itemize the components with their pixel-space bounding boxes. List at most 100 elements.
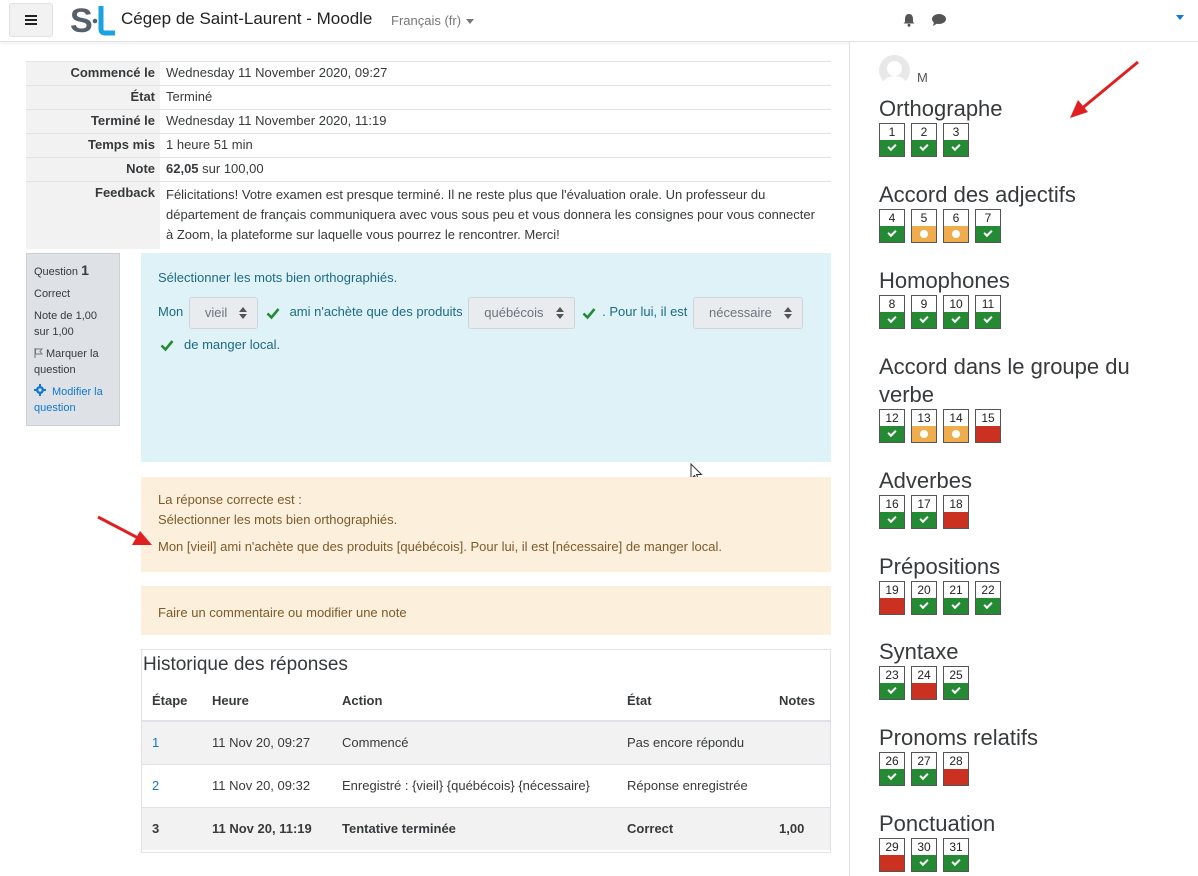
check-icon: [160, 340, 174, 352]
right-answer-feedback: La réponse correcte est : Sélectionner l…: [141, 477, 831, 572]
quiz-nav-button[interactable]: 14: [943, 409, 969, 443]
quiz-nav-button[interactable]: 1: [879, 123, 905, 157]
correct-icon: [880, 140, 904, 156]
quiz-nav-button[interactable]: 15: [975, 409, 1001, 443]
question-state: Correct: [34, 288, 71, 300]
quiz-nav-number: 20: [917, 583, 931, 597]
response-history: Historique des réponses Étape Heure Acti…: [141, 649, 831, 853]
history-step: 3: [142, 806, 202, 850]
nav-section-title: Pronoms relatifs: [879, 725, 1038, 750]
history-time: 11 Nov 20, 09:32: [202, 763, 332, 807]
navbar: S Cégep de Saint-Laurent - Moodle França…: [0, 0, 1198, 42]
correct-icon: [880, 769, 904, 785]
incorrect-icon: [944, 769, 968, 785]
summary-value: Terminé: [160, 85, 831, 110]
partial-icon: [944, 426, 968, 442]
nav-section-buttons: 12 13 14 15: [879, 409, 1007, 443]
quiz-nav-button[interactable]: 11: [975, 295, 1001, 329]
chat-icon[interactable]: [931, 13, 947, 27]
col-action: Action: [332, 681, 617, 722]
right-answer-heading: La réponse correcte est :: [158, 492, 302, 507]
quiz-nav-number: 9: [920, 297, 928, 311]
quiz-nav-button[interactable]: 27: [911, 752, 937, 786]
quiz-nav-button[interactable]: 16: [879, 495, 905, 529]
menu-toggle-button[interactable]: [9, 3, 53, 37]
correct-icon: [944, 140, 968, 156]
quiz-nav-button[interactable]: 26: [879, 752, 905, 786]
quiz-nav-button[interactable]: 18: [943, 495, 969, 529]
quiz-nav-button[interactable]: 30: [911, 838, 937, 872]
attempt-summary-table: Commencé le Wednesday 11 November 2020, 0…: [26, 61, 831, 249]
history-row: 3 11 Nov 20, 11:19 Tentative terminée Co…: [142, 806, 830, 850]
quiz-nav-button[interactable]: 22: [975, 581, 1001, 615]
history-title: Historique des réponses: [143, 654, 348, 675]
quiz-nav-button[interactable]: 31: [943, 838, 969, 872]
quiz-nav-button[interactable]: 21: [943, 581, 969, 615]
correct-icon: [912, 598, 936, 614]
quiz-nav-button[interactable]: 13: [911, 409, 937, 443]
quiz-nav-button[interactable]: 9: [911, 295, 937, 329]
quiz-nav-button[interactable]: 17: [911, 495, 937, 529]
correct-icon: [912, 312, 936, 328]
quiz-nav-button[interactable]: 4: [879, 209, 905, 243]
quiz-nav-button[interactable]: 20: [911, 581, 937, 615]
quiz-nav-number: 21: [949, 583, 963, 597]
correct-icon: [880, 426, 904, 442]
incorrect-icon: [912, 683, 936, 699]
history-mark: [769, 720, 830, 764]
correct-icon: [880, 312, 904, 328]
select-arrows-icon: [239, 306, 248, 319]
question-text-1: Mon: [158, 304, 184, 319]
edit-question-anchor[interactable]: Modifier la question: [34, 384, 103, 414]
quiz-nav-number: 27: [917, 754, 931, 768]
select-3-value: nécessaire: [709, 304, 772, 320]
nav-section-title: Accord des adjectifs: [879, 182, 1076, 207]
quiz-nav-button[interactable]: 19: [879, 581, 905, 615]
question-text-3: . Pour lui, il est: [602, 304, 688, 319]
question-prompt: Sélectionner les mots bien orthographiés…: [158, 270, 398, 285]
incorrect-icon: [976, 426, 1000, 442]
quiz-nav-button[interactable]: 12: [879, 409, 905, 443]
quiz-nav-button[interactable]: 2: [911, 123, 937, 157]
language-menu[interactable]: Français ‎(fr)‎: [391, 13, 475, 28]
quiz-nav-button[interactable]: 25: [943, 666, 969, 700]
quiz-nav-button[interactable]: 6: [943, 209, 969, 243]
col-mark: Notes: [769, 681, 830, 722]
quiz-nav-button[interactable]: 23: [879, 666, 905, 700]
quiz-nav-button[interactable]: 10: [943, 295, 969, 329]
correct-icon: [912, 769, 936, 785]
word-select-1[interactable]: vieil: [188, 296, 259, 329]
flag-question-link[interactable]: Marquer la question: [34, 346, 112, 378]
hamburger-icon: [25, 19, 37, 21]
grade-value: 62,05: [166, 161, 199, 176]
step-link[interactable]: 1: [152, 735, 159, 750]
quiz-nav-button[interactable]: 24: [911, 666, 937, 700]
quiz-nav-button[interactable]: 7: [975, 209, 1001, 243]
quiz-nav-button[interactable]: 8: [879, 295, 905, 329]
quiz-nav-number: 29: [885, 840, 899, 854]
select-2-value: québécois: [484, 304, 544, 320]
quiz-nav-number: 30: [917, 840, 931, 854]
summary-label: Note: [26, 157, 160, 182]
quiz-nav-number: 25: [949, 668, 963, 682]
nav-section-buttons: 16 17 18: [879, 495, 975, 529]
quiz-nav-button[interactable]: 5: [911, 209, 937, 243]
nav-section-title: Adverbes: [879, 468, 972, 493]
quiz-nav-number: 22: [981, 583, 995, 597]
word-select-3[interactable]: nécessaire: [693, 296, 803, 329]
step-link[interactable]: 2: [152, 778, 159, 793]
word-select-2[interactable]: québécois: [468, 296, 575, 329]
quiz-nav-button[interactable]: 28: [943, 752, 969, 786]
bell-icon[interactable]: [902, 13, 916, 27]
comment-link[interactable]: Faire un commentaire ou modifier une not…: [158, 605, 407, 620]
history-state: Pas encore répondu: [617, 720, 769, 764]
history-mark: [769, 763, 830, 807]
site-logo[interactable]: S: [70, 2, 118, 36]
site-name[interactable]: Cégep de Saint-Laurent - Moodle: [121, 9, 372, 29]
history-table: Étape Heure Action État Notes 1 11 Nov 2…: [142, 681, 830, 850]
quiz-nav-button[interactable]: 3: [943, 123, 969, 157]
edit-question-link[interactable]: Modifier la question: [34, 384, 112, 416]
user-menu-caret-icon[interactable]: [1176, 15, 1184, 20]
quiz-nav-number: 15: [981, 411, 995, 425]
quiz-nav-button[interactable]: 29: [879, 838, 905, 872]
